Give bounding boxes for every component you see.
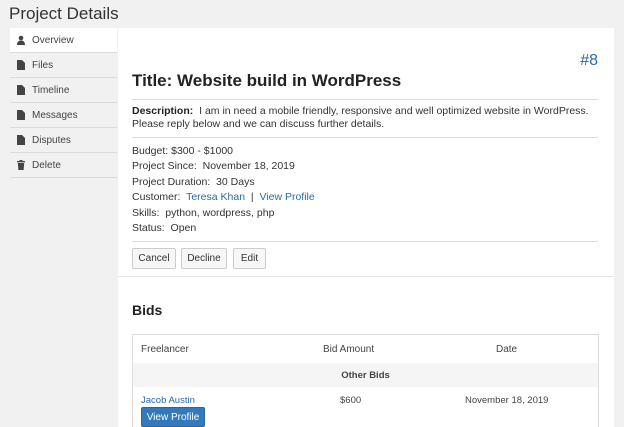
description-text: I am in need a mobile friendly, responsi…: [132, 105, 589, 130]
decline-button[interactable]: Decline: [181, 248, 227, 269]
sidebar-item-overview[interactable]: Overview: [10, 28, 117, 53]
view-profile-button[interactable]: View Profile: [141, 407, 205, 427]
table-row-freelancer: Jacob Austin: [141, 395, 195, 406]
bids-table: Freelancer Bid Amount Date Other Bids Ja…: [132, 334, 599, 427]
customer-name-link[interactable]: Teresa Khan: [186, 191, 245, 203]
divider: [132, 137, 598, 138]
description-label: Description:: [132, 105, 194, 117]
file-icon: [10, 85, 32, 95]
budget-line: Budget: $300 - $1000: [132, 145, 234, 157]
project-title: Title: Website build in WordPress: [132, 71, 402, 90]
freelancer-link[interactable]: Jacob Austin: [141, 395, 195, 406]
status-line: Status: Open: [132, 222, 196, 234]
section-divider: [118, 276, 614, 277]
sidebar-item-files[interactable]: Files: [10, 53, 117, 78]
table-row-date: November 18, 2019: [465, 395, 549, 406]
sidebar-item-disputes[interactable]: Disputes: [10, 128, 117, 153]
divider: [132, 241, 598, 242]
duration-value: 30 Days: [216, 176, 255, 188]
project-panel: #8 Title: Website build in WordPress Des…: [118, 28, 614, 427]
status-label: Status:: [132, 222, 165, 234]
since-value: November 18, 2019: [202, 160, 295, 172]
customer-line: Customer: Teresa Khan | View Profile: [132, 191, 315, 203]
sidebar-item-label: Delete: [32, 159, 61, 171]
duration-label: Project Duration:: [132, 176, 211, 188]
sidebar-item-label: Timeline: [32, 84, 70, 96]
sidebar-item-label: Disputes: [32, 134, 71, 146]
divider: [132, 99, 598, 100]
file-icon: [10, 110, 32, 120]
skills-label: Skills:: [132, 207, 160, 219]
file-icon: [10, 135, 32, 145]
project-description: Description: I am in need a mobile frien…: [132, 105, 594, 130]
user-icon: [10, 35, 32, 45]
file-icon: [10, 60, 32, 70]
column-header-freelancer: Freelancer: [141, 344, 189, 355]
cancel-button[interactable]: Cancel: [132, 248, 176, 269]
sidebar-item-delete[interactable]: Delete: [10, 153, 117, 178]
page-title: Project Details: [9, 4, 119, 23]
edit-button[interactable]: Edit: [233, 248, 266, 269]
bids-heading: Bids: [132, 302, 163, 318]
customer-label: Customer:: [132, 191, 181, 203]
table-row-amount: $600: [340, 395, 362, 406]
since-line: Project Since: November 18, 2019: [132, 160, 295, 172]
status-value: Open: [170, 222, 197, 234]
trash-icon: [10, 160, 32, 170]
sidebar: Overview Files Timeline Messages Dispute…: [10, 28, 117, 427]
project-number: #8: [580, 52, 598, 69]
column-header-bid-amount: Bid Amount: [323, 344, 375, 355]
sidebar-item-label: Files: [32, 59, 54, 71]
duration-line: Project Duration: 30 Days: [132, 176, 255, 188]
skills-value: python, wordpress, php: [165, 207, 275, 219]
sidebar-item-label: Messages: [32, 109, 78, 121]
separator: |: [250, 191, 254, 203]
sidebar-item-timeline[interactable]: Timeline: [10, 78, 117, 103]
table-group-row: Other Bids: [133, 363, 598, 387]
customer-view-profile-link[interactable]: View Profile: [259, 191, 314, 203]
skills-line: Skills: python, wordpress, php: [132, 207, 274, 219]
sidebar-item-messages[interactable]: Messages: [10, 103, 117, 128]
sidebar-item-label: Overview: [32, 34, 74, 46]
column-header-date: Date: [496, 344, 518, 355]
since-label: Project Since:: [132, 160, 197, 172]
